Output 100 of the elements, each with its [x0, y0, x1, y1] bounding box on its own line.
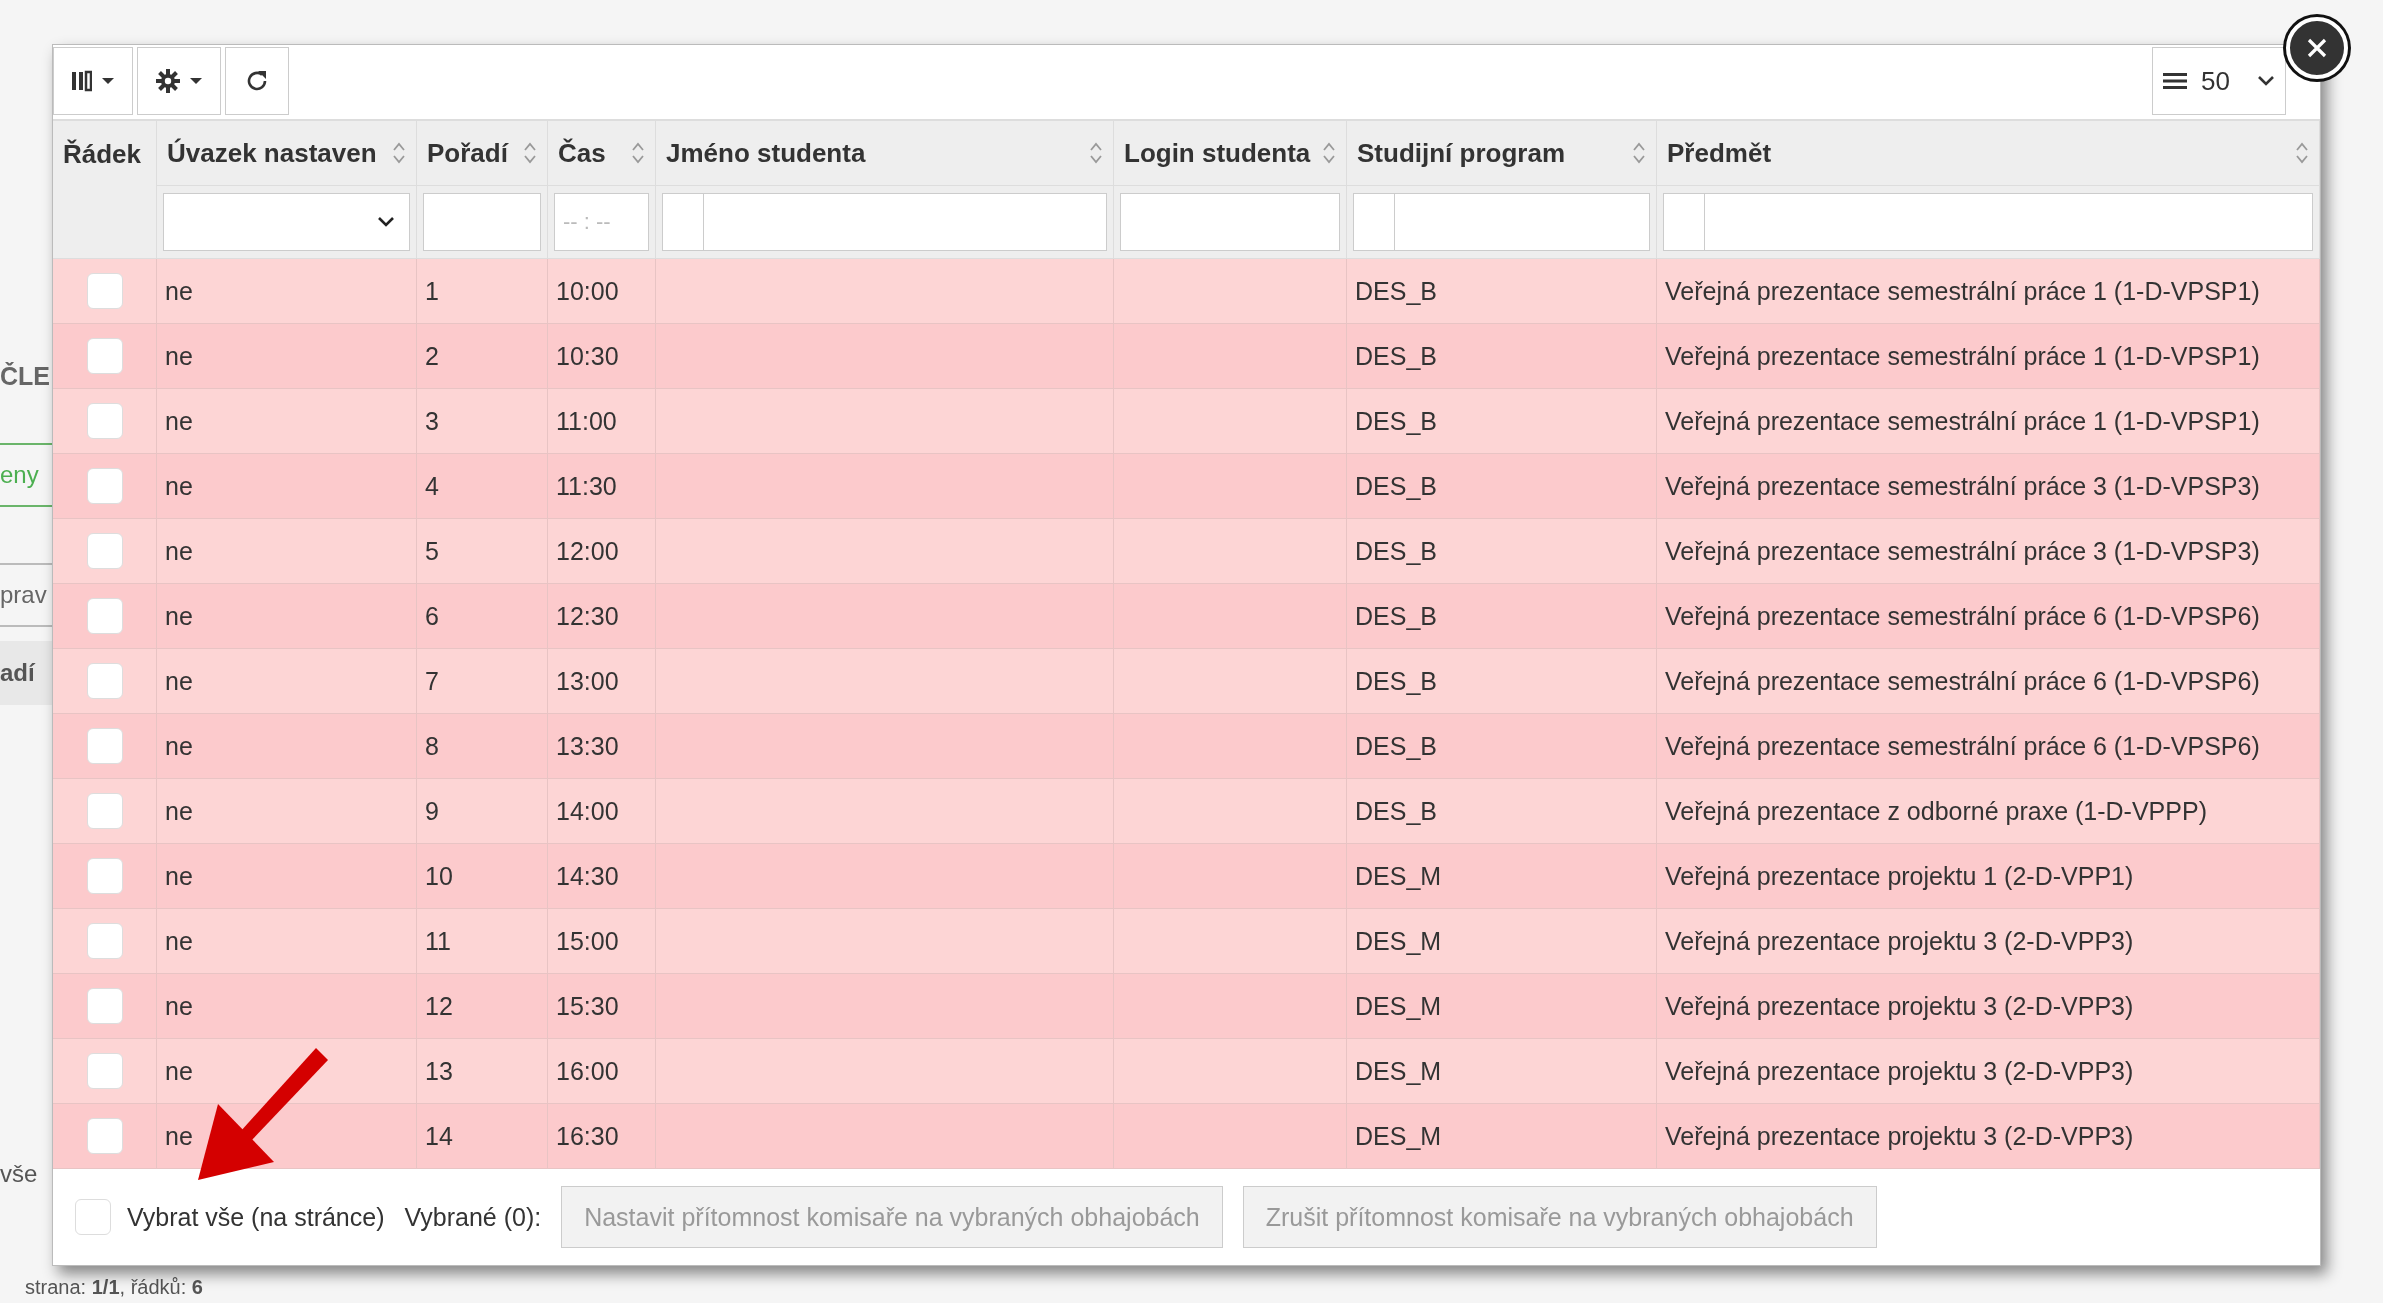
table-cell: 12:30 — [548, 584, 656, 649]
row-checkbox[interactable] — [86, 338, 123, 374]
table-cell: DES_M — [1347, 974, 1657, 1039]
table-cell: DES_M — [1347, 909, 1657, 974]
pager-text: strana: 1/1, řádků: 6 — [25, 1276, 203, 1299]
settings-icon — [156, 69, 180, 93]
row-checkbox[interactable] — [86, 1053, 123, 1089]
column-header[interactable]: Jméno studenta — [656, 121, 1114, 186]
filter-field[interactable] — [1120, 193, 1340, 251]
row-checkbox[interactable] — [86, 403, 123, 439]
filter-dropdown[interactable] — [163, 193, 410, 251]
table-cell: 3 — [417, 389, 548, 454]
table-cell: DES_B — [1347, 324, 1657, 389]
row-checkbox[interactable] — [86, 728, 123, 764]
table-cell: Veřejná prezentace z odborné praxe (1-D-VPPP) — [1657, 779, 2320, 844]
columns-icon — [72, 70, 92, 92]
table-cell: 10:30 — [548, 324, 656, 389]
table-cell: DES_B — [1347, 259, 1657, 324]
sort-icon — [392, 141, 406, 165]
table-cell: Veřejná prezentace semestrální práce 6 (1-D-VPSP6) — [1657, 714, 2320, 779]
settings-button[interactable] — [137, 47, 221, 115]
filter-field[interactable] — [662, 193, 1107, 251]
row-checkbox[interactable] — [86, 598, 123, 634]
select-all-label: vše — [0, 1160, 39, 1188]
column-header: adí — [0, 641, 52, 705]
column-header[interactable]: Úvazek nastaven — [157, 121, 417, 186]
chevron-down-icon — [2257, 75, 2275, 87]
table-cell: Veřejná prezentace semestrální práce 1 (1-D-VPSP1) — [1657, 259, 2320, 324]
column-header[interactable]: Předmět — [1657, 121, 2320, 186]
columns-button[interactable] — [53, 47, 133, 115]
time-filter-field[interactable]: -- : -- — [554, 193, 649, 251]
filter-field[interactable] — [1353, 193, 1650, 251]
refresh-button[interactable] — [225, 47, 289, 115]
row-checkbox[interactable] — [86, 793, 123, 829]
table-cell: 12:00 — [548, 519, 656, 584]
filter-field[interactable] — [1663, 193, 2313, 251]
table-cell: ne — [157, 519, 417, 584]
row-checkbox[interactable] — [86, 663, 123, 699]
caret-icon — [102, 77, 114, 85]
sort-icon — [631, 141, 645, 165]
table-cell: Veřejná prezentace projektu 3 (2-D-VPP3) — [1657, 974, 2320, 1039]
column-header[interactable]: Čas — [548, 121, 656, 186]
page-heading: ČLE — [0, 362, 51, 391]
filter-field[interactable] — [423, 193, 541, 251]
column-header[interactable]: Login studenta — [1114, 121, 1347, 186]
column-header: Řádek — [53, 121, 157, 259]
table-cell: DES_B — [1347, 714, 1657, 779]
row-checkbox[interactable] — [86, 1118, 123, 1154]
table-cell: DES_B — [1347, 779, 1657, 844]
row-checkbox[interactable] — [86, 923, 123, 959]
table-cell: ne — [157, 389, 417, 454]
table-cell: Veřejná prezentace projektu 1 (2-D-VPP1) — [1657, 844, 2320, 909]
table-cell: 11:00 — [548, 389, 656, 454]
table-cell: 14 — [417, 1104, 548, 1169]
page-size-dropdown[interactable]: 50 — [2152, 47, 2286, 115]
row-checkbox[interactable] — [86, 858, 123, 894]
row-checkbox[interactable] — [86, 468, 123, 504]
table-cell: DES_B — [1347, 454, 1657, 519]
table-cell: DES_B — [1347, 584, 1657, 649]
table-cell: DES_M — [1347, 844, 1657, 909]
sort-icon — [523, 141, 537, 165]
table-cell: 11 — [417, 909, 548, 974]
table-cell: 10:00 — [548, 259, 656, 324]
column-header[interactable]: Studijní program — [1347, 121, 1657, 186]
table-cell: Veřejná prezentace projektu 3 (2-D-VPP3) — [1657, 1104, 2320, 1169]
selected-count-label: Vybrané (0): — [404, 1202, 542, 1232]
table-cell: ne — [157, 714, 417, 779]
table-cell: 15:00 — [548, 909, 656, 974]
table-cell: Veřejná prezentace semestrální práce 6 (1-D-VPSP6) — [1657, 584, 2320, 649]
table-cell: 2 — [417, 324, 548, 389]
sort-icon — [1632, 141, 1646, 165]
table-cell: 14:00 — [548, 779, 656, 844]
table-cell: ne — [157, 779, 417, 844]
close-button[interactable] — [2286, 17, 2348, 79]
select-all-checkbox[interactable] — [75, 1199, 111, 1235]
sort-icon — [1089, 141, 1103, 165]
caret-icon — [190, 77, 202, 85]
table-cell: Veřejná prezentace semestrální práce 6 (1-D-VPSP6) — [1657, 649, 2320, 714]
row-checkbox[interactable] — [86, 273, 123, 309]
close-icon — [2306, 37, 2328, 59]
table-cell: DES_M — [1347, 1104, 1657, 1169]
table-cell: 13:00 — [548, 649, 656, 714]
table-cell: 13:30 — [548, 714, 656, 779]
table-cell: ne — [157, 454, 417, 519]
table-cell: 16:00 — [548, 1039, 656, 1104]
table-cell: 8 — [417, 714, 548, 779]
column-header[interactable]: Pořadí — [417, 121, 548, 186]
row-checkbox[interactable] — [86, 988, 123, 1024]
chevron-down-icon — [377, 216, 395, 228]
table-cell: ne — [157, 324, 417, 389]
row-checkbox[interactable] — [86, 533, 123, 569]
table-cell: Veřejná prezentace semestrální práce 1 (1-D-VPSP1) — [1657, 324, 2320, 389]
table-cell: 13 — [417, 1039, 548, 1104]
table-cell: 10 — [417, 844, 548, 909]
table-cell: 9 — [417, 779, 548, 844]
table-cell: 16:30 — [548, 1104, 656, 1169]
table-cell: DES_B — [1347, 519, 1657, 584]
table-cell: 1 — [417, 259, 548, 324]
table-cell: 12 — [417, 974, 548, 1039]
select-all-label[interactable]: Vybrat vše (na stránce) — [127, 1202, 385, 1232]
